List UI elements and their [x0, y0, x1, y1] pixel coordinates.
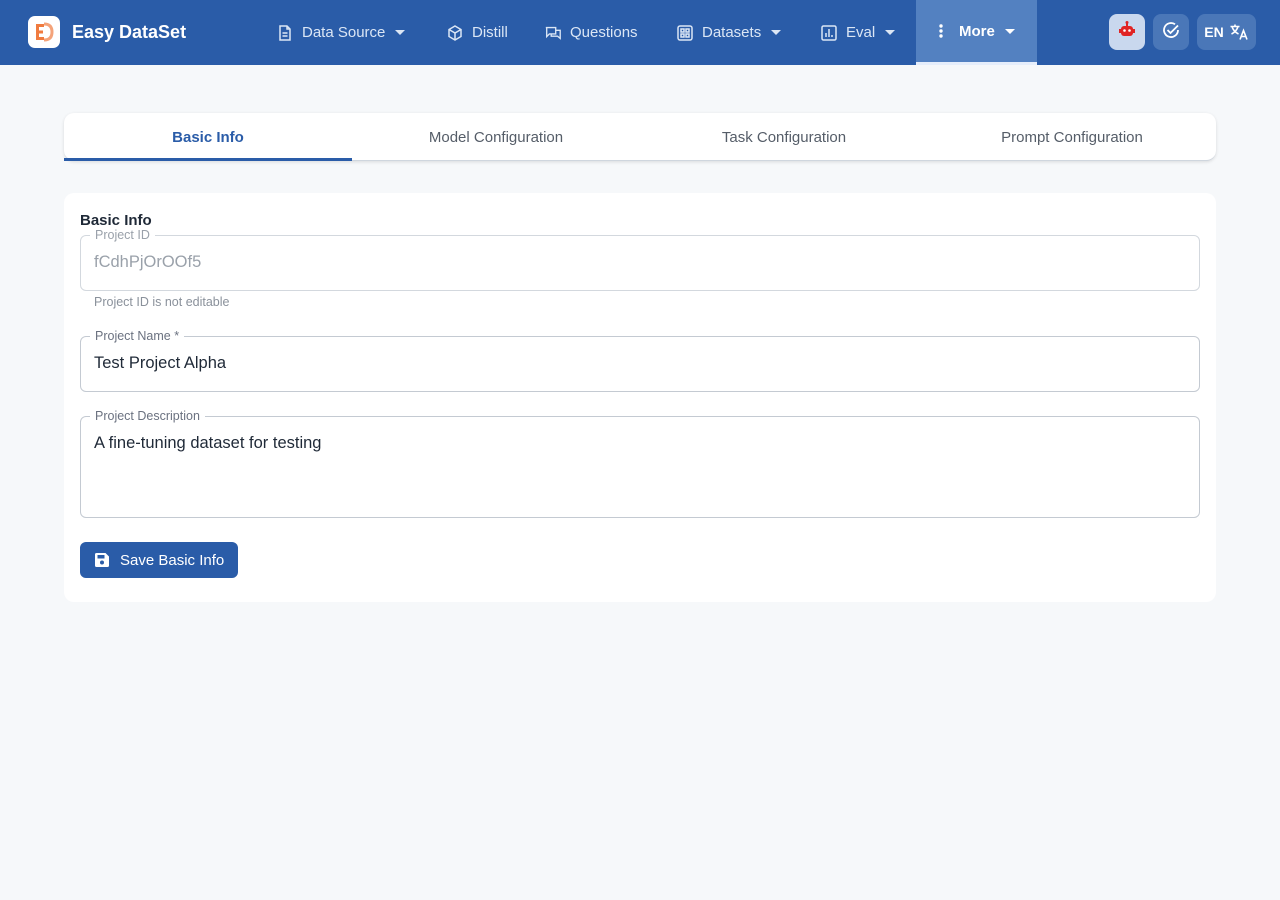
- cube-icon: [446, 24, 464, 42]
- app-logo-icon: [28, 16, 60, 48]
- nav-data-source[interactable]: Data Source: [276, 0, 406, 65]
- nav-datasets[interactable]: Datasets: [676, 0, 782, 65]
- chevron-down-icon: [395, 30, 406, 35]
- chevron-down-icon: [1004, 28, 1015, 34]
- bar-chart-icon: [820, 24, 838, 42]
- project-id-helper: Project ID is not editable: [94, 295, 230, 309]
- settings-tabs: Basic Info Model Configuration Task Conf…: [64, 113, 1216, 161]
- nav-label: More: [959, 22, 995, 40]
- tab-prompt-configuration[interactable]: Prompt Configuration: [928, 113, 1216, 161]
- save-icon: [94, 552, 110, 568]
- more-vertical-icon: [933, 22, 949, 40]
- save-basic-info-button[interactable]: Save Basic Info: [80, 542, 238, 578]
- chevron-down-icon: [771, 30, 782, 35]
- document-icon: [276, 24, 294, 42]
- top-navigation-bar: Easy DataSet Data Source Distill Questio…: [0, 0, 1280, 65]
- project-description-textarea[interactable]: A fine-tuning dataset for testing: [94, 434, 321, 453]
- nav-questions[interactable]: Questions: [544, 0, 638, 65]
- project-id-value: fCdhPjOrOOf5: [94, 253, 202, 271]
- nav-distill[interactable]: Distill: [446, 0, 508, 65]
- project-name-label: Project Name *: [90, 328, 185, 344]
- project-description-field[interactable]: Project Description A fine-tuning datase…: [80, 408, 1200, 518]
- project-id-field: Project ID fCdhPjOrOOf5: [80, 227, 1200, 291]
- nav-label: Questions: [570, 24, 638, 41]
- robot-button[interactable]: [1109, 14, 1145, 50]
- project-description-label: Project Description: [90, 408, 205, 424]
- tab-basic-info[interactable]: Basic Info: [64, 113, 352, 161]
- active-tab-indicator: [64, 158, 352, 161]
- chevron-down-icon: [885, 30, 896, 35]
- chat-icon: [544, 24, 562, 42]
- tab-label: Model Configuration: [428, 128, 564, 146]
- tab-label: Task Configuration: [721, 128, 847, 146]
- tab-model-configuration[interactable]: Model Configuration: [352, 113, 640, 161]
- tab-task-configuration[interactable]: Task Configuration: [640, 113, 928, 161]
- nav-label: Distill: [472, 24, 508, 41]
- project-id-label: Project ID: [90, 227, 155, 243]
- app-name: Easy DataSet: [72, 21, 187, 42]
- basic-info-card: Basic Info Project ID fCdhPjOrOOf5 Proje…: [64, 193, 1216, 602]
- tab-label: Prompt Configuration: [1001, 128, 1143, 146]
- project-name-field[interactable]: Project Name * Test Project Alpha: [80, 328, 1200, 392]
- nav-label: Datasets: [702, 24, 762, 41]
- project-name-input[interactable]: Test Project Alpha: [94, 354, 226, 373]
- tab-label: Basic Info: [172, 128, 244, 146]
- tasks-button[interactable]: [1153, 14, 1189, 50]
- nav-label: Data Source: [302, 24, 386, 41]
- grid-icon: [676, 24, 694, 42]
- brand[interactable]: Easy DataSet: [28, 16, 186, 48]
- save-button-label: Save Basic Info: [120, 551, 225, 569]
- language-button[interactable]: EN: [1197, 14, 1256, 50]
- robot-icon: [1117, 20, 1137, 45]
- nav-eval[interactable]: Eval: [820, 0, 896, 65]
- check-circle-icon: [1161, 20, 1181, 45]
- translate-icon: [1229, 23, 1249, 41]
- nav-label: Eval: [846, 24, 876, 41]
- nav-more[interactable]: More: [916, 0, 1037, 65]
- language-label: EN: [1204, 24, 1224, 40]
